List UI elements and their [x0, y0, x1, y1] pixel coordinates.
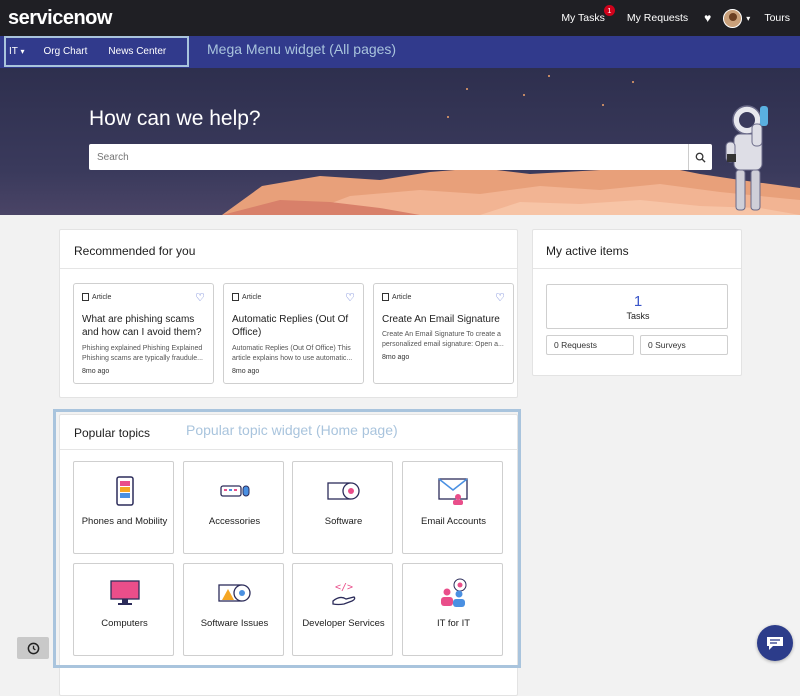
article-age: 8mo ago: [82, 368, 110, 375]
search-bar: [89, 144, 712, 170]
topic-tile-software-issues[interactable]: Software Issues: [183, 563, 284, 656]
my-requests-link[interactable]: My Requests: [627, 12, 688, 24]
tours-link[interactable]: Tours: [764, 12, 790, 24]
article-age: 8mo ago: [232, 368, 260, 375]
topic-label: Developer Services: [302, 618, 385, 629]
chevron-down-icon[interactable]: ▾: [746, 14, 750, 23]
active-items-title: My active items: [546, 244, 629, 258]
topic-label: Phones and Mobility: [81, 516, 168, 527]
top-header: servicenow My Tasks 1 My Requests ♥ ▾ To…: [0, 0, 800, 36]
article-card[interactable]: Article ♡ What are phishing scams and ho…: [73, 283, 214, 384]
article-kind: Article: [382, 293, 411, 301]
topic-label: Computers: [101, 618, 148, 629]
tasks-count: 1: [633, 293, 643, 310]
top-nav: My Tasks 1 My Requests ♥ ▾ Tours: [547, 0, 790, 36]
favorite-heart-icon[interactable]: ♡: [195, 291, 205, 304]
desert-landscape: [222, 166, 800, 215]
topic-tile-developer[interactable]: </> Developer Services: [292, 563, 393, 656]
software-disc-icon: [293, 474, 394, 508]
monitor-icon: [74, 576, 175, 610]
topic-tile-phones[interactable]: Phones and Mobility: [73, 461, 174, 554]
article-title[interactable]: What are phishing scams and how can I av…: [82, 313, 208, 339]
article-age: 8mo ago: [382, 354, 410, 361]
email-icon: [403, 474, 504, 508]
favorites-heart-icon[interactable]: ♥: [704, 11, 711, 25]
topic-tile-email[interactable]: Email Accounts: [402, 461, 503, 554]
chat-button[interactable]: [757, 625, 793, 661]
topic-tile-accessories[interactable]: Accessories: [183, 461, 284, 554]
my-tasks-label: My Tasks: [561, 12, 605, 24]
servicenow-logo[interactable]: servicenow: [8, 7, 112, 30]
divider: [60, 268, 517, 269]
popular-topics-annotation: Popular topic widget (Home page): [186, 422, 398, 438]
article-kind: Article: [232, 293, 261, 301]
favorite-heart-icon[interactable]: ♡: [495, 291, 505, 304]
document-icon: [382, 293, 389, 301]
search-icon: [695, 152, 706, 163]
article-kind-label: Article: [392, 293, 412, 301]
software-warning-icon: [184, 576, 285, 610]
topic-tile-computers[interactable]: Computers: [73, 563, 174, 656]
requests-tile[interactable]: 0 Requests: [546, 335, 634, 355]
keyboard-mouse-icon: [184, 474, 285, 508]
tasks-badge: 1: [603, 5, 615, 16]
my-tasks-link[interactable]: My Tasks 1: [561, 5, 615, 24]
hero-title: How can we help?: [89, 107, 261, 130]
tasks-label: Tasks: [626, 311, 650, 321]
hero-banner: [0, 68, 800, 215]
history-button[interactable]: [17, 637, 49, 659]
search-button[interactable]: [688, 144, 712, 170]
astronaut-illustration: [725, 105, 768, 211]
clock-icon: [27, 642, 39, 654]
chat-bubble-icon: [767, 637, 783, 650]
article-kind-label: Article: [92, 293, 112, 301]
article-title[interactable]: Create An Email Signature: [382, 313, 508, 326]
tasks-tile[interactable]: 1 Tasks: [546, 284, 728, 329]
article-kind-label: Article: [242, 293, 262, 301]
article-card[interactable]: Article ♡ Create An Email Signature Crea…: [373, 283, 514, 384]
code-hand-icon: </>: [293, 576, 394, 610]
svg-text:</>: </>: [335, 582, 353, 593]
topic-label: Accessories: [208, 516, 261, 527]
surveys-tile[interactable]: 0 Surveys: [640, 335, 728, 355]
mega-menu-annotation: Mega Menu widget (All pages): [207, 41, 397, 57]
it-people-icon: [403, 576, 504, 610]
article-card[interactable]: Article ♡ Automatic Replies (Out Of Offi…: [223, 283, 364, 384]
favorite-heart-icon[interactable]: ♡: [345, 291, 355, 304]
topic-label: Email Accounts: [421, 516, 486, 527]
phone-icon: [74, 474, 175, 508]
article-snippet: Phishing explained Phishing Explained Ph…: [82, 345, 203, 362]
mega-menu-highlight: [4, 36, 189, 67]
topic-tile-software[interactable]: Software: [292, 461, 393, 554]
topic-label: IT for IT: [436, 618, 471, 629]
topic-label: Software Issues: [200, 618, 269, 629]
article-title[interactable]: Automatic Replies (Out Of Office): [232, 313, 358, 339]
divider: [533, 268, 741, 269]
topic-label: Software: [324, 516, 363, 527]
topic-tile-it-for-it[interactable]: IT for IT: [402, 563, 503, 656]
search-input[interactable]: [89, 144, 687, 170]
avatar[interactable]: [723, 8, 743, 28]
article-kind: Article: [82, 293, 111, 301]
document-icon: [232, 293, 239, 301]
recommended-title: Recommended for you: [74, 244, 196, 258]
article-snippet: Automatic Replies (Out Of Office) This a…: [232, 345, 353, 362]
document-icon: [82, 293, 89, 301]
article-snippet: Create An Email Signature To create a pe…: [382, 331, 504, 348]
